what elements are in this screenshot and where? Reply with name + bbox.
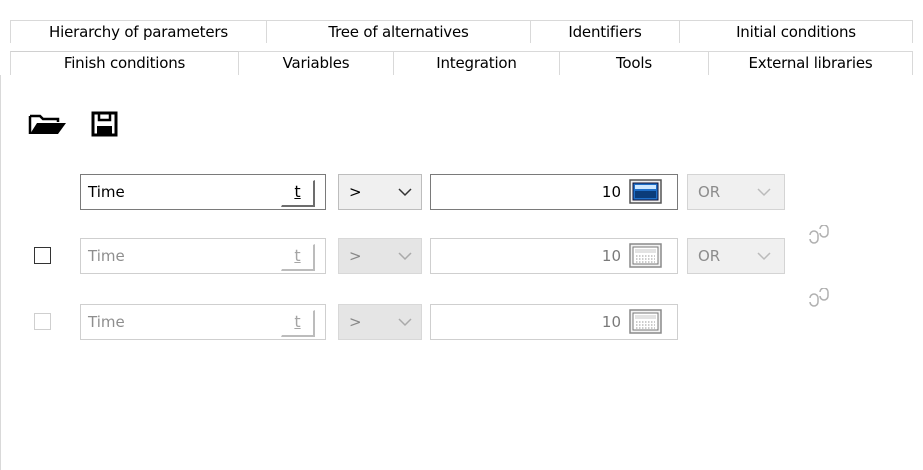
tab-tools[interactable]: Tools <box>560 51 709 75</box>
tab-row-bottom: Finish conditions Variables Integration … <box>10 51 913 75</box>
variable-name: Time <box>88 183 125 201</box>
tab-tree-of-alternatives[interactable]: Tree of alternatives <box>267 20 531 43</box>
logic-value: OR <box>698 247 721 265</box>
open-folder-icon <box>28 114 66 134</box>
save-button[interactable] <box>90 110 120 138</box>
tab-row-top: Hierarchy of parameters Tree of alternat… <box>10 20 913 43</box>
tab-initial-conditions[interactable]: Initial conditions <box>680 20 913 43</box>
chevron-down-icon <box>757 188 771 197</box>
logic-select[interactable]: OR <box>687 174 785 210</box>
operator-value: > <box>349 247 362 265</box>
tab-identifiers[interactable]: Identifiers <box>531 20 680 43</box>
save-disk-icon <box>91 111 118 137</box>
tab-variables[interactable]: Variables <box>239 51 394 75</box>
tab-external-libraries[interactable]: External libraries <box>709 51 913 75</box>
variable-picker-button[interactable]: t <box>281 310 315 337</box>
value-text: 10 <box>601 183 621 201</box>
value-field[interactable]: 10 <box>430 304 678 340</box>
operator-select[interactable]: > <box>338 238 422 274</box>
logic-select[interactable]: OR <box>687 238 785 274</box>
operator-select[interactable]: > <box>338 304 422 340</box>
condition-checkbox[interactable] <box>34 313 51 330</box>
operator-select[interactable]: > <box>338 174 422 210</box>
variable-name: Time <box>88 247 125 265</box>
value-field[interactable]: 10 <box>430 174 678 210</box>
link-icon[interactable] <box>806 288 832 310</box>
variable-field[interactable]: Time t <box>80 304 326 340</box>
open-button[interactable] <box>28 110 68 138</box>
operator-value: > <box>349 183 362 201</box>
operator-value: > <box>349 313 362 331</box>
tab-finish-conditions[interactable]: Finish conditions <box>10 51 239 75</box>
condition-row-3: Time t > 10 <box>0 304 923 340</box>
variable-field[interactable]: Time t <box>80 238 326 274</box>
chevron-down-icon <box>398 252 412 261</box>
condition-row-1: Time t > 10 OR <box>0 174 923 210</box>
value-field[interactable]: 10 <box>430 238 678 274</box>
link-icon[interactable] <box>806 225 832 247</box>
chevron-down-icon <box>757 252 771 261</box>
variable-picker-button[interactable]: t <box>281 180 315 207</box>
variable-picker-button[interactable]: t <box>281 244 315 271</box>
calculator-icon[interactable] <box>629 309 663 335</box>
value-text: 10 <box>601 313 621 331</box>
condition-checkbox[interactable] <box>34 247 51 264</box>
variable-name: Time <box>88 313 125 331</box>
tab-integration[interactable]: Integration <box>394 51 560 75</box>
condition-row-2: Time t > 10 OR <box>0 238 923 274</box>
chevron-down-icon <box>398 188 412 197</box>
logic-value: OR <box>698 183 721 201</box>
chevron-down-icon <box>398 318 412 327</box>
calculator-icon[interactable] <box>629 179 663 205</box>
value-text: 10 <box>601 247 621 265</box>
tab-hierarchy-of-parameters[interactable]: Hierarchy of parameters <box>10 20 267 43</box>
calculator-icon[interactable] <box>629 243 663 269</box>
variable-field[interactable]: Time t <box>80 174 326 210</box>
